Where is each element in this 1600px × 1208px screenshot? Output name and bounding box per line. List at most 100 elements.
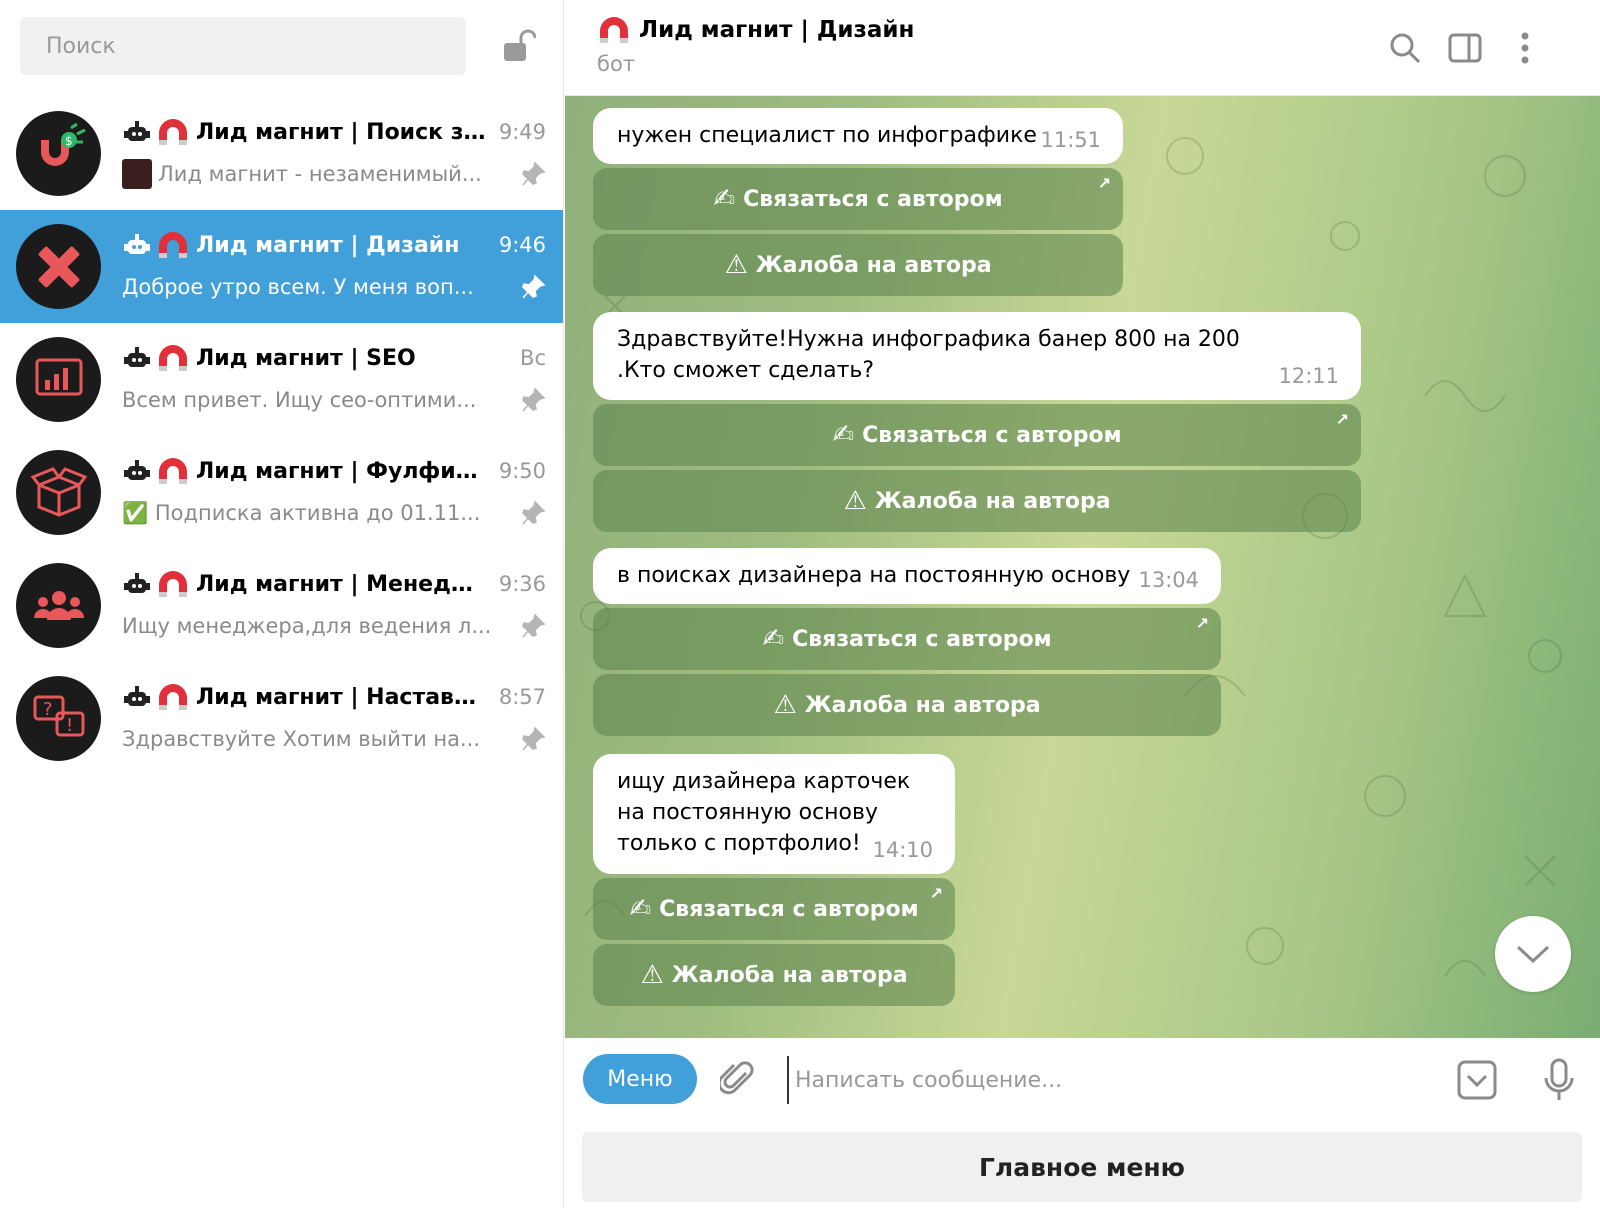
chat-panel: Лид магнит | Дизайн бот нужен специалист… [565, 0, 1600, 1208]
writing-hand-icon: ✍ [762, 624, 785, 654]
chat-preview: Лид магнит - незаменимый... [158, 162, 482, 186]
bot-keyboard-icon[interactable] [1455, 1058, 1499, 1102]
chat-preview: ✅ Подписка активна до 01.11... [122, 500, 481, 525]
contact-author-button[interactable]: ✍ Связаться с автором ↗ [593, 168, 1123, 230]
report-author-button[interactable]: ⚠ Жалоба на автора [593, 470, 1361, 532]
contact-author-button[interactable]: ✍ Связаться с автором ↗ [593, 608, 1221, 670]
bot-icon [124, 686, 150, 706]
magnet-emoji-icon [159, 119, 187, 145]
chat-sidebar: Поиск $ Лид магнит | Поиск з... 9:49 Лид… [0, 0, 564, 1208]
pin-icon [522, 274, 546, 299]
svg-text:!: ! [66, 715, 73, 736]
chat-title: Лид магнит | Дизайн [597, 12, 914, 48]
writing-hand-icon: ✍ [713, 184, 736, 214]
chat-item-manager[interactable]: Лид магнит | Менедж... 9:36 Ищу менеджер… [0, 549, 563, 662]
magnet-emoji-icon [159, 345, 187, 371]
pencil-ruler-icon [16, 224, 101, 309]
team-icon [16, 563, 101, 648]
chat-time: Вс [520, 346, 546, 370]
magnet-emoji-icon [159, 684, 187, 710]
external-link-icon: ↗ [1335, 410, 1349, 429]
chevron-down-icon [1516, 945, 1550, 964]
bot-icon [124, 347, 150, 367]
writing-hand-icon: ✍ [629, 894, 652, 924]
chat-time: 9:46 [498, 233, 546, 257]
message-time: 11:51 [1040, 128, 1101, 152]
chat-item-design[interactable]: Лид магнит | Дизайн 9:46 Доброе утро все… [0, 210, 563, 323]
external-link-icon: ↗ [1097, 174, 1111, 193]
contact-author-button[interactable]: ✍ Связаться с автором ↗ [593, 878, 955, 940]
pin-icon [522, 613, 546, 638]
main-menu-button[interactable]: Главное меню [582, 1132, 1582, 1202]
preview-thumbnail [122, 159, 152, 189]
scroll-down-button[interactable] [1495, 916, 1571, 992]
question-chat-icon: ? ! [16, 676, 101, 761]
chat-item-mentor[interactable]: ? ! Лид магнит | Наставн... 8:57 Здравст… [0, 662, 563, 775]
warning-icon: ⚠ [773, 690, 797, 720]
bot-menu-button[interactable]: Меню [583, 1054, 697, 1104]
bot-icon [124, 121, 150, 141]
chat-list: $ Лид магнит | Поиск з... 9:49 Лид магни… [0, 97, 563, 775]
chat-name: Лид магнит | Дизайн [196, 232, 460, 258]
paperclip-icon[interactable] [717, 1058, 759, 1100]
chat-name: Лид магнит | Менедж... [196, 571, 487, 597]
chat-preview: Доброе утро всем. У меня воп... [122, 275, 474, 299]
message-time: 14:10 [872, 838, 933, 862]
chat-item-seo[interactable]: Лид магнит | SEO Вс Всем привет. Ищу сео… [0, 323, 563, 436]
message-time: 12:11 [1278, 364, 1339, 388]
pin-icon [522, 161, 546, 186]
more-vertical-icon[interactable] [1505, 28, 1545, 68]
magnet-emoji-icon [159, 232, 187, 258]
pin-icon [522, 726, 546, 751]
pin-icon [522, 387, 546, 412]
message-composer: Меню [565, 1038, 1600, 1118]
svg-text:$: $ [65, 134, 73, 148]
chat-time: 9:49 [498, 120, 546, 144]
bot-icon [124, 460, 150, 480]
writing-hand-icon: ✍ [832, 420, 855, 450]
chart-icon [16, 337, 101, 422]
magnet-icon: $ [16, 111, 101, 196]
magnet-emoji-icon [600, 17, 628, 43]
bot-icon [124, 234, 150, 254]
warning-icon: ⚠ [724, 250, 748, 280]
chat-subtitle: бот [597, 52, 636, 76]
message-group: нужен специалист по инфографике 11:51 ✍ … [593, 108, 1123, 296]
report-author-button[interactable]: ⚠ Жалоба на автора [593, 944, 955, 1006]
chat-header[interactable]: Лид магнит | Дизайн бот [565, 0, 1600, 96]
external-link-icon: ↗ [929, 884, 943, 903]
message-bubble[interactable]: нужен специалист по инфографике 11:51 [593, 108, 1123, 164]
chat-name: Лид магнит | Наставн... [196, 684, 487, 710]
report-author-button[interactable]: ⚠ Жалоба на автора [593, 674, 1221, 736]
message-bubble[interactable]: ищу дизайнера карточек на постоянную осн… [593, 754, 955, 874]
chat-name: Лид магнит | Фулфил... [196, 458, 487, 484]
message-text: в поисках дизайнера на постоянную основу [617, 563, 1131, 588]
microphone-icon[interactable] [1537, 1056, 1581, 1104]
message-bubble[interactable]: Здравствуйте!Нужна инфографика банер 800… [593, 312, 1361, 400]
chat-time: 9:36 [498, 572, 546, 596]
report-author-button[interactable]: ⚠ Жалоба на автора [593, 234, 1123, 296]
external-link-icon: ↗ [1195, 614, 1209, 633]
pin-icon [522, 500, 546, 525]
message-text: Здравствуйте!Нужна инфографика банер 800… [617, 327, 1240, 383]
chat-preview: Ищу менеджера,для ведения л... [122, 614, 492, 638]
chat-item-poisk[interactable]: $ Лид магнит | Поиск з... 9:49 Лид магни… [0, 97, 563, 210]
sidebar-toggle-icon[interactable] [1445, 28, 1485, 68]
message-text: ищу дизайнера карточек на постоянную осн… [617, 769, 911, 856]
chat-time: 9:50 [498, 459, 546, 483]
search-icon[interactable] [1385, 28, 1425, 68]
chat-preview: Всем привет. Ищу сео-оптими... [122, 388, 477, 412]
chat-name: Лид магнит | SEO [196, 345, 416, 371]
warning-icon: ⚠ [640, 960, 664, 990]
chat-item-fulfillment[interactable]: Лид магнит | Фулфил... 9:50 ✅ Подписка а… [0, 436, 563, 549]
search-input[interactable]: Поиск [20, 17, 466, 75]
contact-author-button[interactable]: ✍ Связаться с автором ↗ [593, 404, 1361, 466]
message-group: ищу дизайнера карточек на постоянную осн… [593, 754, 955, 1006]
message-input[interactable] [787, 1056, 1397, 1104]
lock-icon[interactable] [500, 28, 538, 66]
message-area: нужен специалист по инфографике 11:51 ✍ … [565, 96, 1600, 1038]
chat-title-text: Лид магнит | Дизайн [639, 17, 915, 43]
box-icon [16, 450, 101, 535]
message-group: Здравствуйте!Нужна инфографика банер 800… [593, 312, 1361, 532]
message-bubble[interactable]: в поисках дизайнера на постоянную основу… [593, 548, 1221, 604]
